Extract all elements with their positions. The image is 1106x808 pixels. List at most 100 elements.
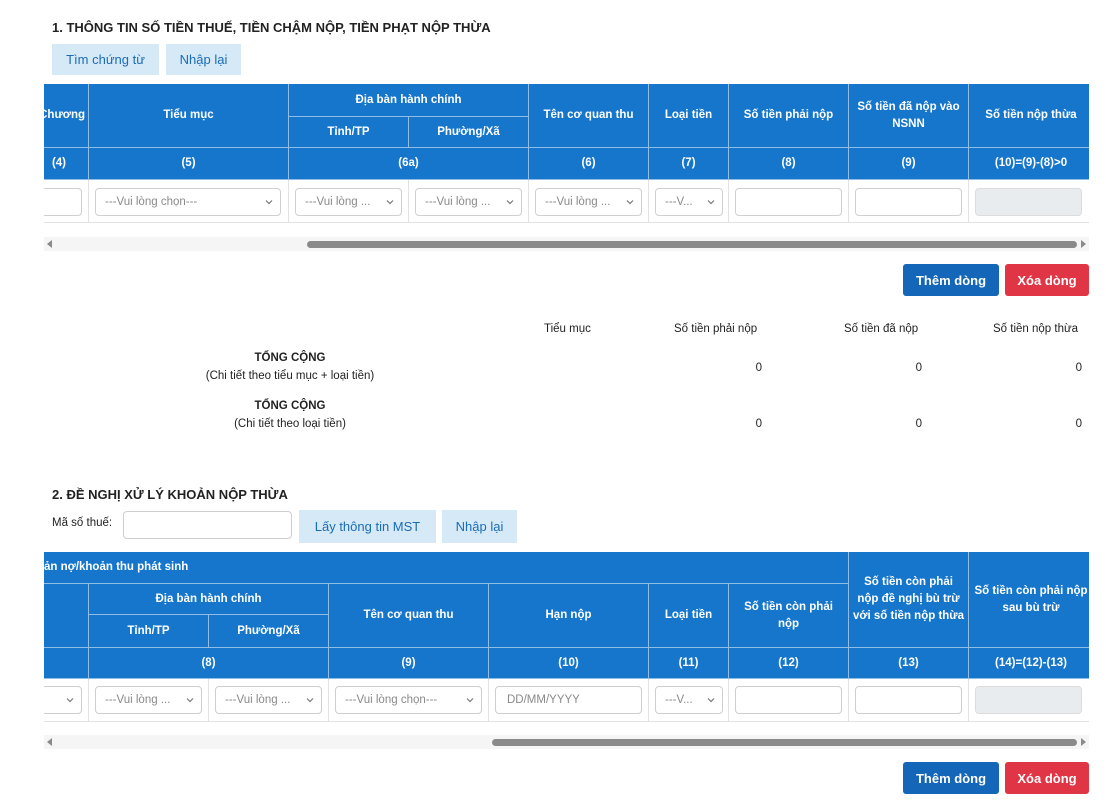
header-dia-ban: Địa bàn hành chính: [289, 84, 529, 117]
scroll-right-icon[interactable]: [1081, 240, 1086, 248]
tinh-select[interactable]: ---Vui lòng ...: [295, 188, 402, 216]
num-8: (8): [729, 148, 849, 180]
add-row-button[interactable]: Thêm dòng: [903, 264, 999, 296]
num-6a: (6a): [289, 148, 529, 180]
summary-col-phai-nop: Số tiền phải nộp: [674, 323, 758, 335]
offset-table: ản nợ/khoản thu phát sinh Địa bàn hành c…: [44, 552, 1089, 722]
scrollbar-thumb[interactable]: [307, 241, 1077, 248]
get-tax-info-button[interactable]: Lấy thông tin MST: [299, 510, 436, 543]
phai-nop-input[interactable]: [735, 188, 842, 216]
header-sau-bu-tru: Số tiền còn phải nộp sau bù trừ: [969, 552, 1089, 648]
delete-row-button-2[interactable]: Xóa dòng: [1005, 762, 1089, 794]
num-8: (8): [89, 648, 329, 679]
header-chuong: Chương: [44, 84, 89, 148]
da-nop-input[interactable]: [855, 188, 962, 216]
chevron-down-icon: [306, 698, 314, 703]
chevron-down-icon: [626, 200, 634, 205]
summary-row-title: TỔNG CỘNG: [254, 352, 326, 364]
num-11: (11): [649, 648, 729, 679]
summary-da-nop-value: 0: [915, 418, 922, 430]
nop-thua-input: [975, 188, 1082, 216]
chevron-down-icon: [466, 698, 474, 703]
chevron-down-icon: [186, 698, 194, 703]
header-co-quan-2: Tên cơ quan thu: [329, 584, 489, 648]
chevron-down-icon: [386, 200, 394, 205]
co-quan-select[interactable]: ---Vui lòng ...: [535, 188, 642, 216]
header-phuong-2: Phường/Xã: [209, 615, 329, 648]
header-bu-tru: Số tiền còn phải nộp đề nghị bù trừ với …: [849, 552, 969, 648]
header-group: ản nợ/khoản thu phát sinh: [44, 552, 849, 584]
header-dia-ban-2: Địa bàn hành chính: [89, 584, 329, 615]
num-9: (9): [329, 648, 489, 679]
summary-row-subtitle: (Chi tiết theo tiểu mục + loại tiền): [205, 370, 375, 382]
chevron-down-icon: [265, 200, 273, 205]
num-14: (14)=(12)-(13): [969, 648, 1089, 679]
tieu-muc-select[interactable]: ---Vui lòng chọn---: [95, 188, 281, 216]
header-loai-tien: Loại tiền: [649, 84, 729, 148]
scroll-left-icon[interactable]: [47, 240, 52, 248]
section1-title: 1. THÔNG TIN SỐ TIỀN THUẾ, TIỀN CHẬM NỘP…: [52, 20, 491, 35]
section2-title: 2. ĐỀ NGHỊ XỬ LÝ KHOẢN NỘP THỪA: [52, 487, 288, 502]
scroll-left-icon[interactable]: [47, 738, 52, 746]
summary-phai-nop-value: 0: [755, 362, 762, 374]
header-loai-tien-2: Loại tiền: [649, 584, 729, 648]
add-row-button-2[interactable]: Thêm dòng: [903, 762, 999, 794]
num-13: (13): [849, 648, 969, 679]
reset-button[interactable]: Nhập lại: [166, 44, 241, 75]
header-blank: [44, 584, 89, 648]
phuong-select-2[interactable]: ---Vui lòng ...: [215, 686, 322, 714]
find-document-button[interactable]: Tìm chứng từ: [52, 44, 159, 75]
loai-tien-select[interactable]: ---V...: [655, 188, 723, 216]
summary-da-nop-value: 0: [915, 362, 922, 374]
sau-bu-tru-input: [975, 686, 1082, 714]
horizontal-scrollbar-2[interactable]: [44, 735, 1089, 749]
summary-col-da-nop: Số tiền đã nộp: [844, 323, 919, 335]
delete-row-button[interactable]: Xóa dòng: [1005, 264, 1089, 296]
summary-row-subtitle: (Chi tiết theo loại tiền): [234, 418, 346, 430]
phuong-select[interactable]: ---Vui lòng ...: [415, 188, 522, 216]
num-7: (7): [649, 148, 729, 180]
num-5: (5): [89, 148, 289, 180]
num-12: (12): [729, 648, 849, 679]
scroll-right-icon[interactable]: [1081, 738, 1086, 746]
header-han-nop: Hạn nộp: [489, 584, 649, 648]
num-10: (10): [489, 648, 649, 679]
summary-col-tieu-muc: Tiểu mục: [544, 323, 591, 335]
num-9: (9): [849, 148, 969, 180]
tax-code-label: Mã số thuế:: [52, 517, 113, 529]
chevron-down-icon: [707, 200, 715, 205]
loai-tien-select-2[interactable]: ---V...: [655, 686, 723, 714]
summary-nop-thua-value: 0: [1075, 418, 1082, 430]
header-tieu-muc: Tiểu mục: [89, 84, 289, 148]
tinh-select-2[interactable]: ---Vui lòng ...: [95, 686, 202, 714]
con-phai-nop-input[interactable]: [735, 686, 842, 714]
header-tinh-2: Tỉnh/TP: [89, 615, 209, 648]
summary-nop-thua-value: 0: [1075, 362, 1082, 374]
reset-button-2[interactable]: Nhập lại: [442, 510, 517, 543]
header-co-quan: Tên cơ quan thu: [529, 84, 649, 148]
header-con-phai-nop: Số tiền còn phải nộp: [729, 584, 849, 648]
chevron-down-icon: [66, 698, 74, 703]
first-col-select[interactable]: [44, 686, 82, 714]
num-10: (10)=(9)-(8)>0: [969, 148, 1089, 180]
header-da-nop: Số tiền đã nộp vào NSNN: [849, 84, 969, 148]
co-quan-select-2[interactable]: ---Vui lòng chọn---: [335, 686, 482, 714]
chevron-down-icon: [707, 698, 715, 703]
header-tinh: Tỉnh/TP: [289, 117, 409, 148]
num-6: (6): [529, 148, 649, 180]
due-date-input[interactable]: DD/MM/YYYY: [495, 686, 642, 714]
summary-phai-nop-value: 0: [755, 418, 762, 430]
horizontal-scrollbar[interactable]: [44, 237, 1089, 251]
summary-row-title: TỔNG CỘNG: [254, 400, 326, 412]
header-nop-thua: Số tiền nộp thừa: [969, 84, 1089, 148]
header-phuong: Phường/Xã: [409, 117, 529, 148]
tax-info-table: Chương Tiểu mục Địa bàn hành chính Tỉnh/…: [44, 84, 1089, 224]
header-phai-nop: Số tiền phải nộp: [729, 84, 849, 148]
chuong-input[interactable]: [44, 188, 82, 216]
chevron-down-icon: [506, 200, 514, 205]
scrollbar-thumb[interactable]: [492, 739, 1077, 746]
num-4: (4): [44, 148, 89, 180]
tax-code-input[interactable]: [123, 511, 292, 539]
bu-tru-input[interactable]: [855, 686, 962, 714]
summary-col-nop-thua: Số tiền nộp thừa: [993, 323, 1079, 335]
